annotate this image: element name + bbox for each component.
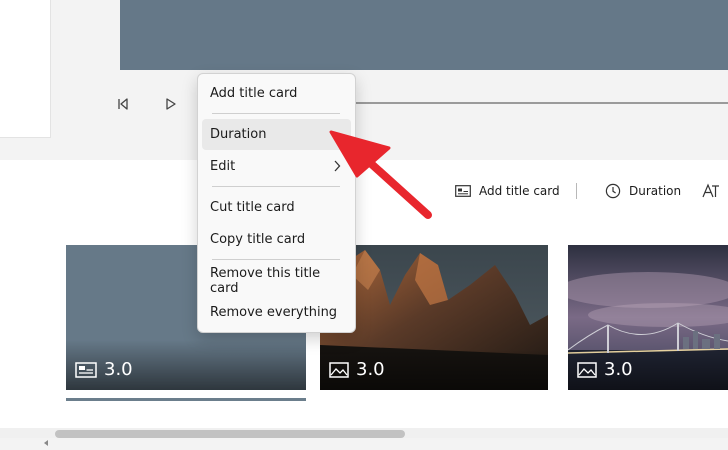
chevron-right-icon bbox=[334, 160, 341, 172]
duration-label: Duration bbox=[629, 184, 682, 198]
card-duration-value: 3.0 bbox=[104, 359, 133, 380]
menu-item-label: Edit bbox=[210, 159, 236, 174]
selection-indicator bbox=[66, 398, 306, 401]
menu-item-label: Remove everything bbox=[210, 305, 338, 320]
storyboard-image-card[interactable]: 3.0 bbox=[568, 245, 728, 390]
text-icon bbox=[702, 183, 719, 198]
text-button[interactable] bbox=[702, 183, 728, 199]
add-title-card-label: Add title card bbox=[479, 184, 560, 198]
image-icon bbox=[329, 361, 349, 378]
playback-scrubber[interactable] bbox=[354, 102, 728, 104]
menu-separator bbox=[212, 113, 340, 114]
card-duration-value: 3.0 bbox=[356, 359, 385, 380]
menu-item-edit[interactable]: Edit bbox=[202, 151, 351, 182]
add-title-card-button[interactable]: Add title card bbox=[455, 183, 560, 199]
menu-separator bbox=[212, 186, 340, 187]
menu-item-cut-title-card[interactable]: Cut title card bbox=[202, 192, 351, 223]
menu-item-label: Cut title card bbox=[210, 200, 295, 215]
menu-item-label: Remove this title card bbox=[210, 265, 321, 296]
clock-icon bbox=[605, 183, 621, 199]
menu-item-label: Duration bbox=[210, 127, 267, 142]
image-icon bbox=[577, 361, 597, 378]
previous-frame-button[interactable] bbox=[115, 96, 131, 112]
menu-item-add-title-card[interactable]: Add title card bbox=[202, 78, 351, 109]
play-button[interactable] bbox=[163, 96, 179, 112]
card-duration: 3.0 bbox=[329, 359, 385, 380]
menu-item-remove-this-title-card[interactable]: Remove this title card bbox=[202, 265, 351, 296]
scroll-left-icon[interactable] bbox=[43, 431, 49, 446]
title-card-icon bbox=[455, 185, 471, 197]
menu-item-duration[interactable]: Duration bbox=[202, 119, 351, 150]
card-duration-value: 3.0 bbox=[604, 359, 633, 380]
card-duration: 3.0 bbox=[577, 359, 633, 380]
menu-item-label: Copy title card bbox=[210, 232, 306, 247]
title-card-icon bbox=[75, 361, 97, 378]
step-back-icon bbox=[118, 98, 128, 110]
duration-button[interactable]: Duration bbox=[605, 183, 681, 199]
play-icon bbox=[166, 98, 176, 110]
video-preview bbox=[120, 0, 728, 70]
left-panel bbox=[0, 0, 51, 138]
card-duration: 3.0 bbox=[75, 359, 133, 380]
menu-item-remove-everything[interactable]: Remove everything bbox=[202, 297, 351, 328]
scrollbar-thumb[interactable] bbox=[55, 430, 405, 438]
menu-item-copy-title-card[interactable]: Copy title card bbox=[202, 224, 351, 255]
menu-item-label: Add title card bbox=[210, 86, 298, 101]
toolbar-divider bbox=[576, 183, 577, 199]
menu-separator bbox=[212, 259, 340, 260]
context-menu: Add title card Duration Edit Cut title c… bbox=[197, 73, 356, 333]
